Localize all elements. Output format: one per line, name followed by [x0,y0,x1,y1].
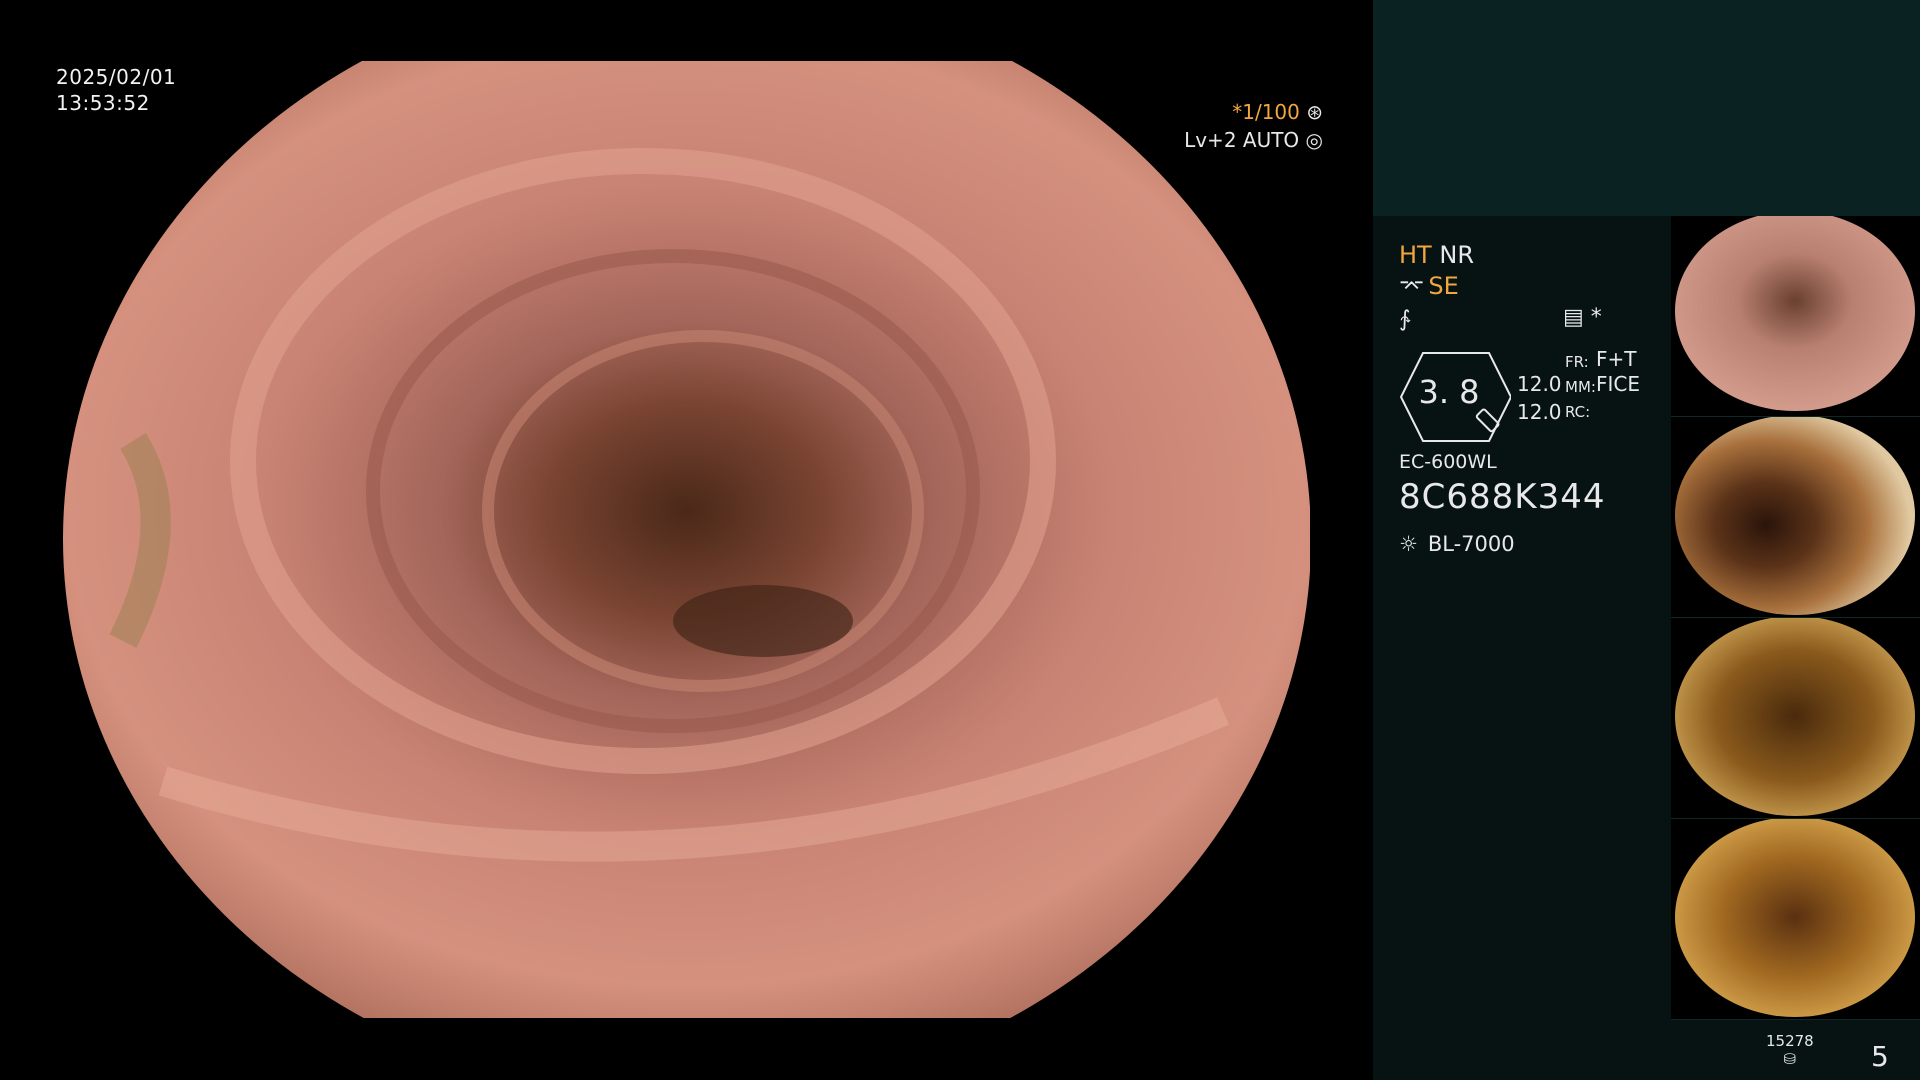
param-value-1: 12.0 [1517,372,1562,396]
contrast-mode-icon: ∱ [1399,307,1411,332]
thumbnail-4[interactable] [1671,819,1920,1020]
memory-indicators: ▤ * [1563,305,1602,330]
exposure-info: *1/100 ⊛ Lv+2 AUTO ◎ [1184,98,1323,154]
time-label: 13:53:52 [56,91,150,115]
main-endoscope-view: 2025/02/01 13:53:52 *1/100 ⊛ Lv+2 AUTO ◎ [0,0,1373,1080]
storage-count: 15278 [1766,1032,1814,1050]
memory-icon: ▤ [1563,305,1584,330]
rc-label: RC: [1565,403,1591,421]
fr-label: FR: [1565,353,1589,371]
parameter-values: 12.0 12.0 [1517,370,1562,426]
light-source: ☼ BL-7000 [1399,532,1515,556]
light-source-icon: ☼ [1399,532,1418,556]
date-time: 2025/02/01 13:53:52 [56,64,176,116]
aperture-icon: ⊛ [1306,100,1323,124]
parameter-settings: F+T FICE [1596,347,1640,397]
date-label: 2025/02/01 [56,65,177,89]
iris-level: Lv+2 AUTO [1184,128,1300,152]
storage-counter: 15278 ⛁ [1766,1032,1814,1068]
image-processing-status: HT NR ⌤ SE ∱ [1399,240,1474,335]
scope-model: EC-600WL [1399,451,1497,473]
thumbnail-2[interactable] [1671,417,1920,618]
thumbnail-strip [1671,216,1920,1020]
scope-serial: 8C688K344 [1399,477,1606,517]
mm-value: FICE [1596,372,1641,396]
endoscope-image [63,61,1310,1018]
storage-icon: ⛁ [1783,1050,1797,1068]
zoom-badge: 3. 8 . [1399,351,1511,443]
parameter-labels: FR: MM: RC: [1565,350,1596,425]
zoom-value: 3. 8 [1418,373,1480,411]
fr-value: F+T [1596,347,1637,371]
shutter-speed: *1/100 [1232,100,1300,124]
se-indicator: SE [1428,272,1459,300]
nr-indicator: NR [1439,241,1474,269]
page-number: 5 [1871,1040,1889,1073]
mm-label: MM: [1565,378,1596,396]
structure-enhance-icon: ⌤ [1399,275,1425,300]
param-value-2: 12.0 [1517,400,1562,424]
thumbnail-3[interactable] [1671,618,1920,819]
info-panel: HT NR ⌤SE ∱ ▤ * 3. 8 . 12.0 12.0 FR: MM:… [1373,0,1920,1080]
ht-indicator: HT [1399,241,1432,269]
thumbnail-1[interactable] [1671,216,1920,417]
iris-auto-icon: ◎ [1305,128,1323,152]
panel-header-area [1373,0,1920,216]
asterisk-indicator: * [1590,305,1602,330]
light-source-label: BL-7000 [1427,532,1515,556]
